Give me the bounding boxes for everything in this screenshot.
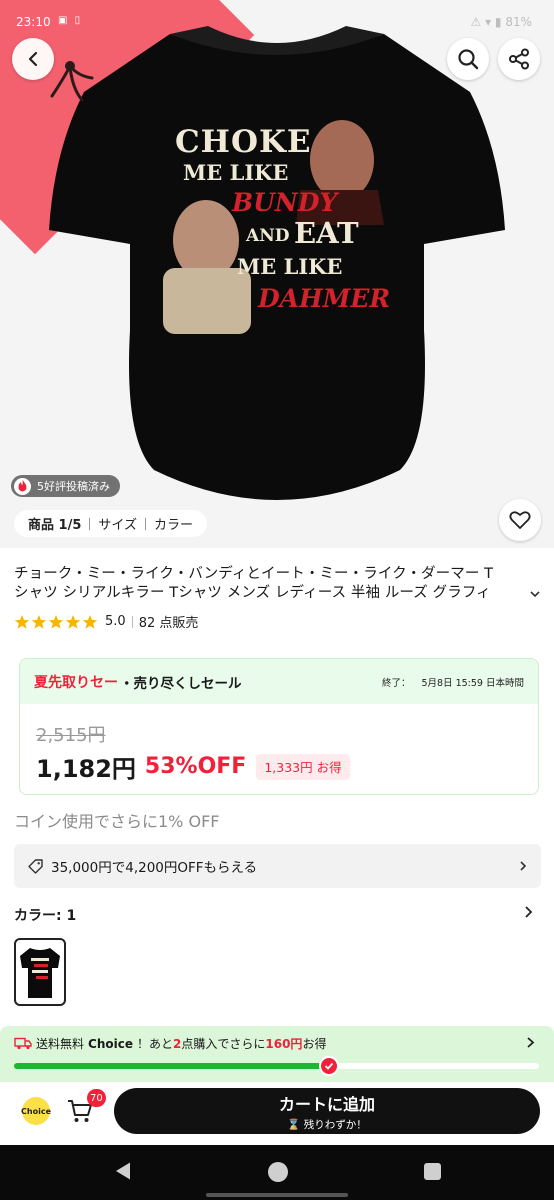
product-page: CHOKE ME LIKE BUNDY AND EAT ME LIKE DAHM… <box>0 0 554 1200</box>
cart-count-badge: 70 <box>87 1089 106 1107</box>
product-title-line-2: シャツ シリアルキラー Tシャツ メンズ レディース 半袖 ルーズ グラフィ <box>14 585 491 601</box>
progress-fill <box>14 1063 329 1069</box>
choice-progress-bar <box>14 1056 539 1076</box>
coupon-text: 35,000円で4,200円OFFもらえる <box>51 860 258 876</box>
chevron-down-icon[interactable] <box>529 589 541 599</box>
shirt-line-6: DAHMER <box>258 284 391 313</box>
share-button[interactable] <box>498 38 540 80</box>
status-time: 23:10 <box>16 15 51 29</box>
review-badge-text: 5好評投稿済み <box>37 480 110 493</box>
nav-back-icon[interactable] <box>114 1161 132 1181</box>
add-to-cart-button[interactable]: カートに追加 ⌛ 残りわずか！ <box>114 1088 540 1134</box>
banner-text-1: ！あと <box>136 1037 173 1051</box>
battery-level: 81% <box>505 15 532 29</box>
rating-value: 5.0 <box>105 614 126 629</box>
low-stock-note: ⌛ 残りわずか！ <box>287 1118 367 1131</box>
add-to-cart-label: カートに追加 <box>278 1094 375 1114</box>
gesture-handle <box>206 1193 348 1197</box>
nav-home-icon[interactable] <box>268 1162 288 1182</box>
choice-shipping-banner[interactable]: 送料無料 Choice ！あと2点購入でさらに160円お得 <box>0 1026 554 1082</box>
product-title-line-1: チョーク・ミー・ライク・バンディとイート・ミー・ライク・ダーマー T <box>14 566 494 582</box>
star-icon <box>48 614 64 629</box>
shirt-line-2: ME LIKE <box>183 160 289 185</box>
nav-recents-icon[interactable] <box>424 1163 441 1180</box>
shirt-line-3: BUNDY <box>232 188 338 217</box>
swatch-thumbnail <box>20 948 60 998</box>
tag-icon <box>28 858 43 874</box>
color-label: カラー: 1 <box>14 908 77 924</box>
chevron-left-icon <box>28 51 38 67</box>
shirt-line-4a: AND <box>246 226 290 246</box>
banner-text-2: 点購入でさらに <box>181 1037 266 1051</box>
heart-icon <box>509 511 531 529</box>
sale-end: 終了： 5月8日 15:59 日本時間 <box>382 675 524 689</box>
savings-badge: 1,333円 お得 <box>256 753 350 780</box>
star-icon <box>82 614 98 629</box>
tab-product[interactable]: 商品 1/5 <box>28 514 81 533</box>
sale-panel: 夏先取りセー ・売り尽くしセール 終了： 5月8日 15:59 日本時間 2,5… <box>19 658 539 795</box>
free-shipping-label: 送料無料 <box>36 1037 85 1051</box>
cotton-logo-icon <box>50 61 94 102</box>
choice-logo[interactable]: Choice <box>21 1097 51 1125</box>
sale-price: 1,182円 <box>36 755 136 783</box>
tab-color[interactable]: カラー <box>154 514 193 533</box>
original-price: 2,515円 <box>36 725 106 746</box>
choice-banner-text: 送料無料 Choice ！あと2点購入でさらに160円お得 <box>14 1035 326 1052</box>
wishlist-button[interactable] <box>499 499 541 541</box>
star-icon <box>14 614 30 629</box>
shirt-line-5: ME LIKE <box>237 254 343 279</box>
product-image-gallery[interactable]: CHOKE ME LIKE BUNDY AND EAT ME LIKE DAHM… <box>0 0 554 548</box>
divider <box>131 615 133 628</box>
star-rating <box>14 614 98 630</box>
tab-size[interactable]: サイズ <box>98 514 137 533</box>
divider <box>145 517 146 530</box>
truck-icon <box>14 1037 32 1050</box>
color-swatch-selected[interactable] <box>14 938 66 1006</box>
sale-label-red: 夏先取りセー <box>34 674 118 691</box>
sale-end-time: 5月8日 15:59 日本時間 <box>421 677 524 689</box>
chevron-right-icon <box>520 861 527 871</box>
rating-row[interactable]: 5.0 82 点販売 <box>14 612 198 631</box>
sale-header: 夏先取りセー ・売り尽くしセール 終了： 5月8日 15:59 日本時間 <box>20 659 538 704</box>
star-icon <box>65 614 81 629</box>
gallery-tabs: 商品 1/5 サイズ カラー <box>14 510 208 537</box>
shirt-line-1: CHOKE <box>175 124 312 160</box>
share-icon <box>509 48 529 70</box>
coin-discount-text: コイン使用でさらに1% OFF <box>14 812 220 831</box>
search-icon <box>458 49 479 70</box>
review-badge: 5好評投稿済み <box>11 475 120 497</box>
chevron-right-icon[interactable] <box>524 905 534 919</box>
banner-text-3: お得 <box>302 1037 327 1051</box>
flame-icon <box>14 477 31 495</box>
coupon-row[interactable]: 35,000円で4,200円OFFもらえる <box>14 844 541 888</box>
star-icon <box>31 614 47 629</box>
sale-label: ・売り尽くしセール <box>120 675 242 692</box>
sold-count: 82 点販売 <box>138 616 199 631</box>
product-title[interactable]: チョーク・ミー・ライク・バンディとイート・ミー・ライク・ダーマー T シャツ シ… <box>14 565 542 603</box>
banner-amount: 160円 <box>265 1037 303 1051</box>
search-button[interactable] <box>447 38 489 80</box>
progress-check-icon <box>319 1056 339 1076</box>
chevron-right-icon <box>527 1037 535 1048</box>
choice-brand: Choice <box>88 1036 133 1051</box>
status-icons: ▣ ▯ <box>58 15 83 26</box>
divider <box>89 517 91 530</box>
shirt-line-4b: EAT <box>294 216 359 250</box>
price-row: 1,182円 53%OFF 1,333円 お得 <box>36 749 350 784</box>
discount-percent: 53%OFF <box>144 754 247 779</box>
sale-end-label: 終了： <box>381 677 411 689</box>
status-battery: ⚠ ▾ ▮ 81% <box>470 15 533 29</box>
status-bar: 23:10 ▣ ▯ ⚠ ▾ ▮ 81% <box>0 0 554 40</box>
